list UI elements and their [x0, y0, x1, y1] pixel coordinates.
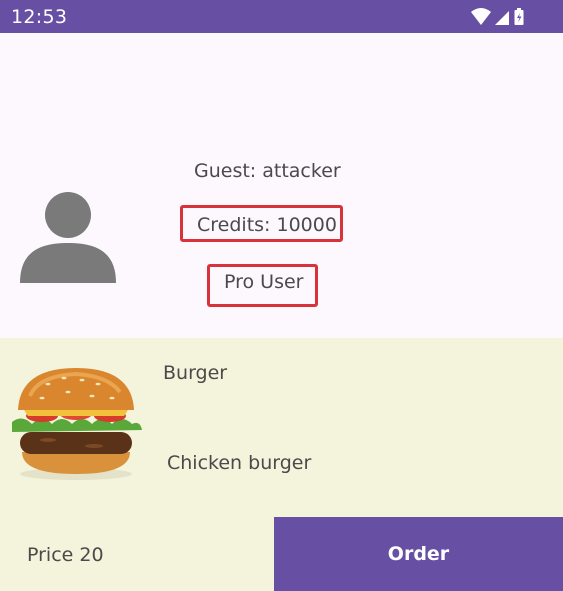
credits-label: Credits: 10000 [197, 214, 337, 236]
status-time: 12:53 [11, 6, 68, 28]
battery-icon [514, 8, 524, 25]
product-name: Burger [163, 362, 228, 384]
pro-user-label: Pro User [224, 271, 304, 293]
profile-section: Guest: attacker Credits: 10000 Pro User [0, 33, 563, 338]
product-card[interactable]: Burger Chicken burger Price 20 Order [0, 338, 563, 591]
person-icon [18, 191, 118, 287]
status-bar: 12:53 [0, 0, 563, 33]
burger-image [8, 366, 144, 482]
signal-icon [495, 11, 509, 25]
price-label: Price 20 [27, 544, 104, 566]
product-description: Chicken burger [167, 452, 312, 474]
guest-name: Guest: attacker [194, 160, 341, 182]
status-icons [471, 7, 531, 27]
wifi-icon [471, 8, 491, 25]
order-button[interactable]: Order [274, 517, 563, 591]
